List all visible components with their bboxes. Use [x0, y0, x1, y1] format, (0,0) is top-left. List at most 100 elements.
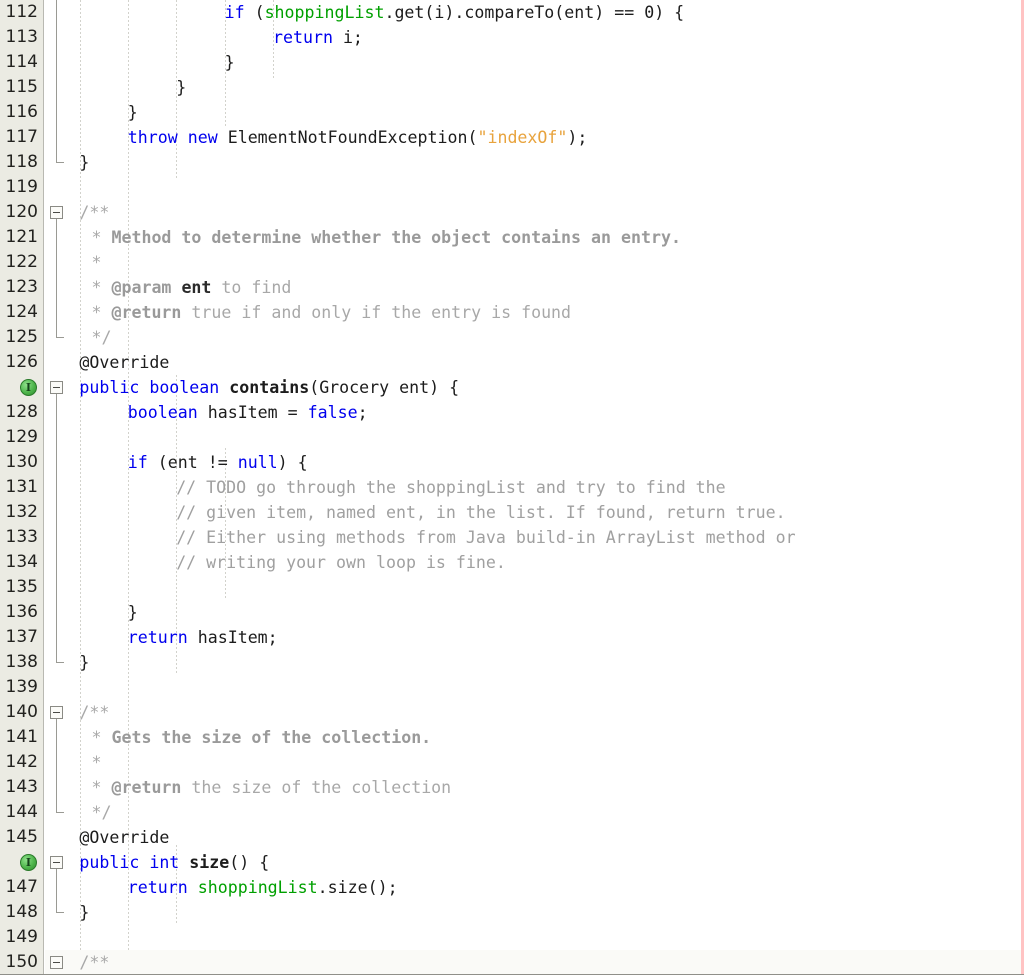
line-number: 131 — [5, 477, 38, 497]
code-line[interactable]: 144 */ — [0, 800, 1024, 825]
code-line[interactable]: 126 @Override — [0, 350, 1024, 375]
code-line[interactable]: 130 if (ent != null) { — [0, 450, 1024, 475]
code-line[interactable]: 122 * — [0, 250, 1024, 275]
code-text[interactable]: throw new ElementNotFoundException("inde… — [128, 125, 588, 150]
code-text[interactable]: return hasItem; — [128, 625, 278, 650]
code-text[interactable]: * Method to determine whether the object… — [92, 225, 681, 250]
code-line[interactable]: 114} — [0, 50, 1024, 75]
code-text[interactable]: /** — [79, 200, 109, 225]
code-text[interactable]: */ — [92, 325, 112, 350]
code-line[interactable]: 136} — [0, 600, 1024, 625]
code-line[interactable]: 142 * — [0, 750, 1024, 775]
code-line[interactable]: 124 * @return true if and only if the ent… — [0, 300, 1024, 325]
code-line[interactable]: 112 if (shoppingList.get(i).compareTo(ent… — [0, 0, 1024, 25]
code-text[interactable]: } — [79, 150, 89, 175]
code-text[interactable]: /** — [79, 700, 109, 725]
code-text[interactable]: * @param ent to find — [92, 275, 292, 300]
code-line[interactable]: 143 * @return the size of the collection — [0, 775, 1024, 800]
code-text[interactable]: if (ent != null) { — [128, 450, 308, 475]
code-text[interactable]: * Gets the size of the collection. — [92, 725, 432, 750]
code-text[interactable]: * @return true if and only if the entry … — [92, 300, 572, 325]
code-line[interactable]: 132 // given item, named ent, in the list… — [0, 500, 1024, 525]
code-line[interactable]: 148} — [0, 900, 1024, 925]
code-line[interactable]: 138} — [0, 650, 1024, 675]
code-text[interactable]: @Override — [79, 350, 169, 375]
code-text[interactable]: boolean hasItem = false; — [128, 400, 368, 425]
code-text[interactable]: // writing your own loop is fine. — [176, 550, 506, 575]
code-line[interactable]: 135 — [0, 575, 1024, 600]
code-text[interactable]: * — [92, 250, 102, 275]
code-text[interactable]: */ — [92, 800, 112, 825]
code-line[interactable]: 123 * @param ent to find — [0, 275, 1024, 300]
code-text[interactable]: // Either using methods from Java build-… — [176, 525, 795, 550]
code-text[interactable]: public int size() { — [79, 850, 269, 875]
code-line[interactable]: 121 * Method to determine whether the obj… — [0, 225, 1024, 250]
code-line[interactable]: 128 boolean hasItem = false; — [0, 400, 1024, 425]
fold-collapse-icon[interactable] — [50, 856, 63, 869]
token-docb: Method to determine whether the object c… — [111, 228, 681, 247]
token-kw: throw new — [127, 128, 218, 147]
code-line[interactable]: 149 — [0, 925, 1024, 950]
code-text[interactable]: if (shoppingList.get(i).compareTo(ent) =… — [225, 0, 685, 25]
code-text[interactable]: return i; — [273, 25, 363, 50]
token-plain: } — [224, 53, 235, 72]
code-text[interactable]: // given item, named ent, in the list. I… — [176, 500, 785, 525]
line-number: 113 — [5, 27, 38, 47]
code-text[interactable]: @Override — [79, 825, 169, 850]
token-plain: } — [127, 103, 138, 122]
fold-collapse-icon[interactable] — [50, 206, 63, 219]
line-number: 148 — [5, 902, 38, 922]
code-text[interactable]: * @return the size of the collection — [92, 775, 452, 800]
code-line[interactable]: 134 // writing your own loop is fine. — [0, 550, 1024, 575]
overriding-method-marker-icon[interactable]: I — [20, 379, 37, 396]
line-number: 136 — [5, 602, 38, 622]
code-line[interactable]: 137 return hasItem; — [0, 625, 1024, 650]
code-line[interactable]: 115} — [0, 75, 1024, 100]
code-line[interactable]: 141 * Gets the size of the collection. — [0, 725, 1024, 750]
code-line[interactable]: 120 /** — [0, 200, 1024, 225]
code-text[interactable]: } — [128, 600, 138, 625]
token-kw: return — [273, 28, 333, 47]
code-text[interactable]: } — [79, 900, 89, 925]
code-editor[interactable]: 112 if (shoppingList.get(i).compareTo(ent… — [0, 0, 1024, 975]
code-line[interactable]: 139 — [0, 675, 1024, 700]
line-number: 119 — [5, 177, 38, 197]
token-doc: * — [91, 253, 102, 272]
code-line[interactable]: 133 // Either using methods from Java bui… — [0, 525, 1024, 550]
code-line[interactable]: 150 /** — [0, 950, 1024, 975]
code-text[interactable]: /** — [79, 950, 109, 975]
token-plain: () { — [229, 853, 270, 872]
code-text[interactable]: } — [79, 650, 89, 675]
code-line[interactable]: Ipublic boolean contains(Grocery ent) { — [0, 375, 1024, 400]
code-line[interactable]: 117 throw new ElementNotFoundException("i… — [0, 125, 1024, 150]
line-number: 115 — [5, 77, 38, 97]
line-number: 128 — [5, 402, 38, 422]
line-number: 134 — [5, 552, 38, 572]
code-text[interactable]: } — [176, 75, 186, 100]
fold-collapse-icon[interactable] — [50, 956, 63, 969]
fold-collapse-icon[interactable] — [50, 706, 63, 719]
code-line[interactable]: 116} — [0, 100, 1024, 125]
code-text[interactable]: * — [92, 750, 102, 775]
code-text[interactable]: public boolean contains(Grocery ent) { — [79, 375, 459, 400]
code-line[interactable]: 129 — [0, 425, 1024, 450]
code-text[interactable]: // TODO go through the shoppingList and … — [176, 475, 725, 500]
token-kw: return — [127, 628, 188, 647]
code-text[interactable]: } — [128, 100, 138, 125]
code-text[interactable]: return shoppingList.size(); — [128, 875, 398, 900]
code-line[interactable]: 118} — [0, 150, 1024, 175]
token-kw: public int — [79, 853, 180, 872]
overriding-method-marker-icon[interactable]: I — [20, 854, 37, 871]
code-line[interactable]: 113 return i; — [0, 25, 1024, 50]
token-plain: .get(i).compareTo(ent) == 0) { — [384, 3, 685, 22]
code-line[interactable]: 119 — [0, 175, 1024, 200]
code-line[interactable]: 147 return shoppingList.size(); — [0, 875, 1024, 900]
fold-collapse-icon[interactable] — [50, 381, 63, 394]
code-line[interactable]: 145 @Override — [0, 825, 1024, 850]
code-line[interactable]: 140 /** — [0, 700, 1024, 725]
code-line[interactable]: Ipublic int size() { — [0, 850, 1024, 875]
token-field: shoppingList — [197, 878, 318, 897]
code-text[interactable]: } — [225, 50, 235, 75]
code-line[interactable]: 131 // TODO go through the shoppingList a… — [0, 475, 1024, 500]
code-line[interactable]: 125 */ — [0, 325, 1024, 350]
